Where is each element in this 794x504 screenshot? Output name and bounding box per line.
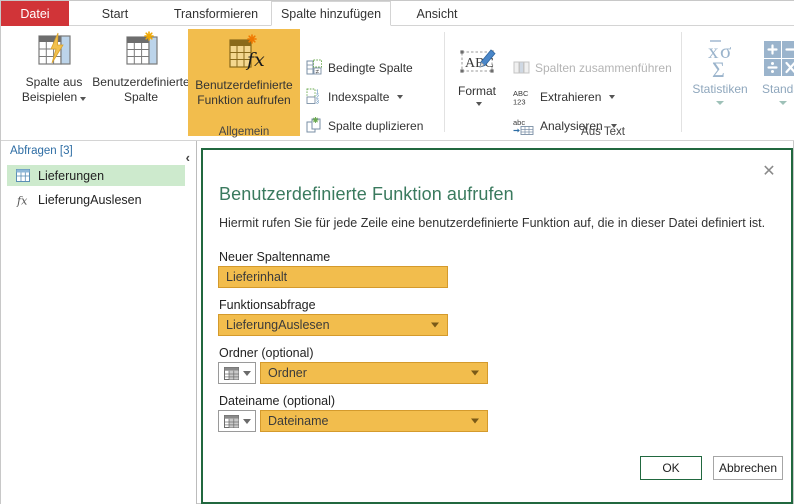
dialog-title: Benutzerdefinierte Funktion aufrufen xyxy=(219,184,514,204)
tab-datei[interactable]: Datei xyxy=(1,1,69,26)
chevron-down-icon[interactable] xyxy=(475,102,482,106)
chevron-down-icon[interactable] xyxy=(779,101,787,105)
field-label-funktionsabfrage: Funktionsabfrage xyxy=(219,298,316,312)
chevron-down-icon[interactable] xyxy=(609,95,616,99)
table-type-icon xyxy=(223,414,239,428)
query-item-label: LieferungAuslesen xyxy=(38,192,142,207)
chevron-down-icon[interactable] xyxy=(242,370,251,376)
ribbon-button-label: Format xyxy=(457,84,496,98)
ribbon-button-benutzerdefinierte-spalte[interactable]: Benutzerdefinierte Spalte xyxy=(92,29,190,105)
type-selector-ordner[interactable] xyxy=(218,362,256,384)
ribbon-button-statistiken[interactable]: x σ Σ Statistiken xyxy=(689,32,751,105)
invoke-custom-function-dialog: ✕ Benutzerdefinierte Funktion aufrufen H… xyxy=(201,148,793,504)
ribbon-button-extrahieren[interactable]: ABC 123 Extrahieren xyxy=(513,88,616,106)
query-item-lieferungen[interactable]: Lieferungen xyxy=(7,165,185,186)
ribbon-button-label: Bedingte Spalte xyxy=(328,60,413,75)
query-item-lieferungauslesen[interactable]: fx LieferungAuslesen xyxy=(7,189,185,210)
svg-text:123: 123 xyxy=(513,98,526,107)
ribbon-button-standard[interactable]: Standar xyxy=(753,32,794,105)
tab-transformieren[interactable]: Transformieren xyxy=(161,1,271,26)
type-selector-dateiname[interactable] xyxy=(218,410,256,432)
collapse-pane-icon[interactable]: ‹ xyxy=(186,150,190,165)
ribbon-group-label-aus-text: Aus Text xyxy=(581,126,625,138)
svg-text:fx: fx xyxy=(245,49,265,71)
close-icon[interactable]: ✕ xyxy=(759,160,779,180)
column-from-examples-icon xyxy=(32,29,76,71)
table-icon xyxy=(15,169,30,183)
cancel-button[interactable]: Abbrechen xyxy=(713,456,783,480)
input-value: Lieferinhalt xyxy=(226,270,288,284)
chevron-down-icon[interactable] xyxy=(80,97,87,101)
select-funktionsabfrage[interactable]: LieferungAuslesen xyxy=(218,314,448,336)
ribbon-group-divider-2 xyxy=(681,32,682,132)
ribbon: Spalte aus Beispielen Benutzerdefinierte… xyxy=(1,26,794,141)
invoke-custom-function-icon: fx xyxy=(221,32,267,74)
select-value: LieferungAuslesen xyxy=(226,318,330,332)
standard-math-icon xyxy=(761,32,794,78)
function-fx-icon: fx xyxy=(15,193,30,207)
queries-pane: Abfragen [3] ‹ Lieferungen fx LieferungA… xyxy=(1,141,197,504)
svg-text:fx: fx xyxy=(16,194,28,207)
ribbon-button-label: Extrahieren xyxy=(540,90,602,104)
format-abc-icon: ABC xyxy=(455,44,499,80)
ribbon-button-spalte-aus-beispielen[interactable]: Spalte aus Beispielen xyxy=(7,29,101,105)
input-neuer-spaltenname[interactable]: Lieferinhalt xyxy=(218,266,448,288)
index-column-icon: 1 2 3 xyxy=(306,88,323,105)
ribbon-button-indexspalte[interactable]: 1 2 3 Indexspalte xyxy=(306,88,404,105)
chevron-down-icon[interactable] xyxy=(471,370,479,376)
extract-abc123-icon: ABC 123 xyxy=(513,88,535,106)
custom-column-icon xyxy=(119,29,163,71)
svg-text:3: 3 xyxy=(316,100,319,106)
table-type-icon xyxy=(223,366,239,380)
tab-spalte-hinzufuegen[interactable]: Spalte hinzufügen xyxy=(271,1,391,26)
ribbon-button-format[interactable]: ABC Format xyxy=(449,44,505,106)
ok-button[interactable]: OK xyxy=(640,456,702,480)
tab-ansicht[interactable]: Ansicht xyxy=(401,1,473,26)
chevron-down-icon[interactable] xyxy=(397,94,404,99)
chevron-down-icon[interactable] xyxy=(242,418,251,424)
ribbon-button-bedingte-spalte[interactable]: ≠ Bedingte Spalte xyxy=(306,59,413,76)
chevron-down-icon[interactable] xyxy=(716,101,724,105)
field-label-neuer-spaltenname: Neuer Spaltenname xyxy=(219,250,331,264)
ribbon-button-label: Benutzerdefinierte Funktion aufrufen xyxy=(195,78,293,107)
svg-text:Σ: Σ xyxy=(712,57,725,78)
power-query-window: Datei Start Transformieren Spalte hinzuf… xyxy=(0,0,794,504)
chevron-down-icon[interactable] xyxy=(431,322,439,328)
dialog-description: Hiermit rufen Sie für jede Zeile eine be… xyxy=(219,216,766,230)
select-dateiname[interactable]: Dateiname xyxy=(260,410,488,432)
ribbon-button-label: Benutzerdefinierte Spalte xyxy=(92,75,190,104)
select-ordner[interactable]: Ordner xyxy=(260,362,488,384)
ribbon-button-label: Spalten zusammenführen xyxy=(535,60,672,75)
ribbon-button-label: Statistiken xyxy=(692,82,748,96)
queries-pane-header: Abfragen [3] xyxy=(10,145,73,157)
conditional-column-icon: ≠ xyxy=(306,59,323,76)
ribbon-button-benutzerdefinierte-funktion-aufrufen[interactable]: fx Benutzerdefinierte Funktion aufrufen xyxy=(188,29,300,136)
field-label-ordner: Ordner (optional) xyxy=(219,346,314,360)
ribbon-group-label-allgemein: Allgemein xyxy=(218,126,270,138)
duplicate-column-icon xyxy=(306,117,323,134)
query-item-label: Lieferungen xyxy=(38,168,105,183)
merge-columns-icon xyxy=(513,59,530,76)
select-value: Ordner xyxy=(268,366,307,380)
select-value: Dateiname xyxy=(268,414,329,428)
ribbon-button-spalte-duplizieren[interactable]: Spalte duplizieren xyxy=(306,117,423,134)
ribbon-button-spalten-zusammenfuehren[interactable]: Spalten zusammenführen xyxy=(513,59,672,76)
ribbon-button-label: Standar xyxy=(761,82,794,96)
ribbon-group-divider-1 xyxy=(444,32,445,132)
svg-text:≠: ≠ xyxy=(315,68,319,75)
ribbon-button-label: Indexspalte xyxy=(328,89,390,104)
field-label-dateiname: Dateiname (optional) xyxy=(219,394,336,408)
statistics-sigma-icon: x σ Σ xyxy=(700,32,740,78)
chevron-down-icon[interactable] xyxy=(471,418,479,424)
tab-start[interactable]: Start xyxy=(69,1,161,26)
ribbon-button-label: Spalte aus Beispielen xyxy=(22,75,87,105)
ribbon-tabbar: Datei Start Transformieren Spalte hinzuf… xyxy=(1,1,794,26)
ribbon-button-label: Spalte duplizieren xyxy=(328,118,424,133)
